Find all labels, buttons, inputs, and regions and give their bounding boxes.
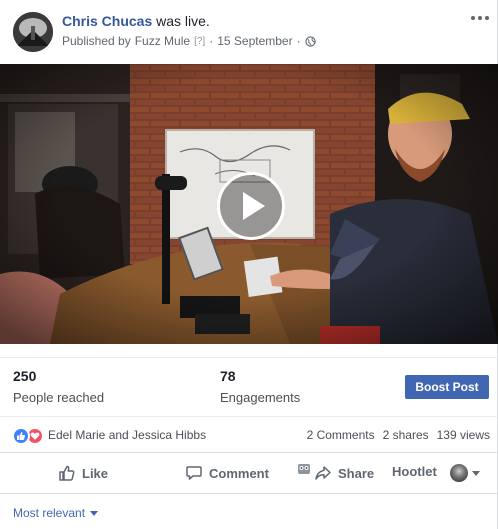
boost-post-button[interactable]: Boost Post — [405, 375, 489, 399]
comment-sort-dropdown[interactable]: Most relevant — [13, 506, 99, 520]
action-bar: Like Comment Share Hootlet — [0, 452, 498, 494]
reactor-names[interactable]: Edel Marie and Jessica Hibbs — [48, 428, 206, 442]
post-as-selector[interactable] — [450, 464, 480, 482]
shares-count[interactable]: 2 shares — [383, 428, 429, 442]
title-suffix: was live. — [152, 13, 210, 29]
engagements-label: Engagements — [220, 390, 301, 405]
comment-label: Comment — [209, 465, 269, 481]
caret-down-icon — [472, 470, 480, 476]
play-triangle — [243, 192, 265, 220]
post-date[interactable]: 15 September — [217, 34, 292, 48]
caret-down-icon — [90, 510, 99, 516]
like-button[interactable]: Like — [58, 464, 108, 482]
insights-row: 250 People reached 78 Engagements Boost … — [0, 357, 498, 415]
author-link[interactable]: Chris Chucas — [62, 13, 152, 29]
reach-value: 250 — [13, 368, 37, 384]
comments-count[interactable]: 2 Comments — [307, 428, 375, 442]
share-label: Share — [338, 465, 375, 481]
reach-stat[interactable]: 250 People reached — [13, 368, 104, 405]
dot — [478, 16, 482, 20]
dot — [471, 16, 475, 20]
meta-separator: · — [209, 34, 214, 48]
meta-separator-2: · — [296, 34, 301, 48]
reactions-row: Edel Marie and Jessica Hibbs 2 Comments … — [0, 416, 498, 452]
comment-button[interactable]: Comment — [185, 464, 269, 482]
dot — [485, 16, 489, 20]
play-icon[interactable] — [217, 172, 285, 240]
published-by-label: Published by — [62, 34, 131, 48]
post-header: Chris Chucas was live. Published by Fuzz… — [0, 0, 498, 64]
thumbs-up-icon — [59, 465, 75, 481]
comment-sort-label: Most relevant — [13, 506, 86, 520]
engagements-value: 78 — [220, 368, 236, 384]
publisher-name[interactable]: Fuzz Mule — [135, 34, 190, 48]
reaction-icons[interactable] — [12, 427, 44, 445]
comment-icon — [186, 466, 202, 480]
video-player[interactable] — [0, 64, 498, 344]
hootlet-label: Hootlet — [392, 464, 437, 479]
share-button[interactable]: Share — [314, 464, 374, 482]
avatar[interactable] — [13, 12, 53, 52]
post-card: Chris Chucas was live. Published by Fuzz… — [0, 0, 498, 529]
share-icon — [315, 466, 331, 480]
reach-label: People reached — [13, 390, 105, 405]
post-title: Chris Chucas was live. — [62, 13, 210, 29]
like-label: Like — [82, 465, 109, 481]
more-options-icon[interactable] — [470, 12, 490, 24]
globe-icon[interactable] — [304, 35, 316, 47]
hootlet-button[interactable]: Hootlet — [392, 464, 437, 479]
like-reaction-icon — [12, 427, 30, 445]
help-marker[interactable]: [?] — [194, 36, 205, 47]
avatar — [450, 464, 468, 482]
post-meta: Published by Fuzz Mule [?] · 15 Septembe… — [62, 34, 316, 48]
engagements-stat[interactable]: 78 Engagements — [220, 368, 300, 405]
views-count[interactable]: 139 views — [437, 428, 490, 442]
owl-icon[interactable] — [297, 463, 311, 475]
avatar-image — [13, 12, 53, 52]
engagement-counts: 2 Comments 2 shares 139 views — [307, 428, 490, 442]
